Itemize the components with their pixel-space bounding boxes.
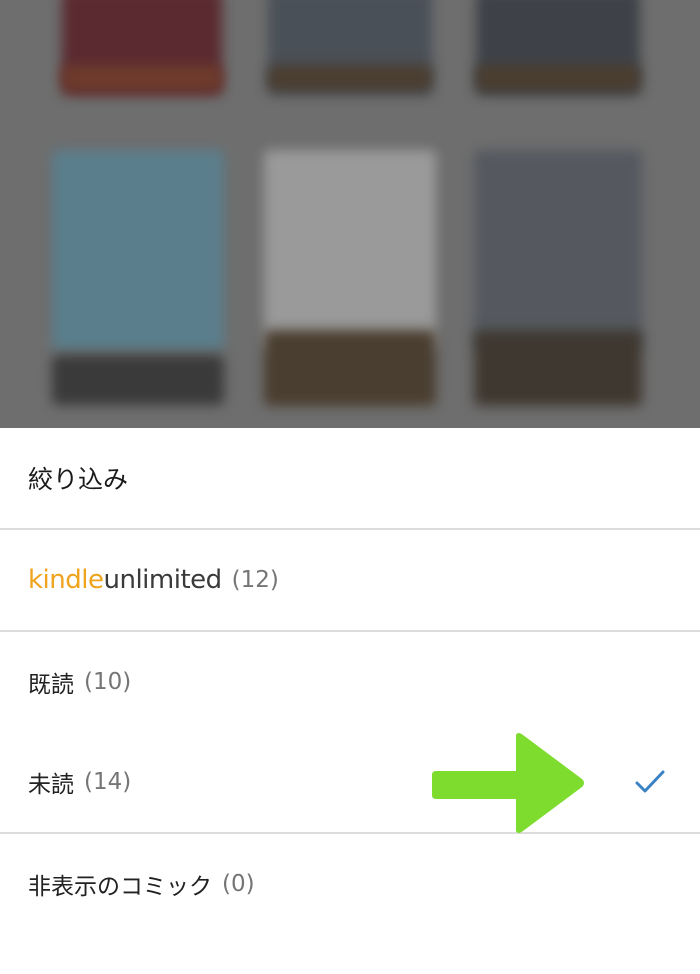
filter-item-count: (12) <box>231 567 279 593</box>
book-cover-band <box>62 65 222 91</box>
book-cover-band <box>264 330 436 406</box>
filter-item-kindle-unlimited[interactable]: kindleunlimited (12) <box>0 530 700 630</box>
book-cover-band <box>52 355 224 405</box>
book-cover <box>474 150 642 350</box>
book-cover <box>52 150 224 350</box>
kindle-unlimited-logo: kindleunlimited <box>28 565 222 595</box>
filter-item-count: (10) <box>84 669 132 695</box>
filter-item-hidden-comics[interactable]: 非表示のコミック (0) <box>0 834 700 934</box>
filter-item-label: 非表示のコミック <box>28 874 212 900</box>
filter-title: 絞り込み <box>28 465 129 494</box>
book-cover <box>264 150 436 350</box>
blurred-library-background <box>0 0 700 428</box>
checkmark-icon <box>635 770 665 793</box>
green-arrow-icon <box>432 733 584 833</box>
filter-item-label: 既読 <box>28 672 74 698</box>
book-cover-band <box>268 65 432 91</box>
filter-item-unread[interactable]: 未読 (14) <box>0 732 700 832</box>
book-cover-band <box>476 65 640 91</box>
filter-item-count: (0) <box>222 871 255 897</box>
filter-sheet: 絞り込み kindleunlimited (12) 既読 (10) 未読 (14… <box>0 428 700 974</box>
filter-item-label: 未読 <box>28 772 74 798</box>
filter-item-count: (14) <box>84 769 132 795</box>
book-cover-band <box>474 330 642 406</box>
filter-item-read[interactable]: 既読 (10) <box>0 632 700 732</box>
